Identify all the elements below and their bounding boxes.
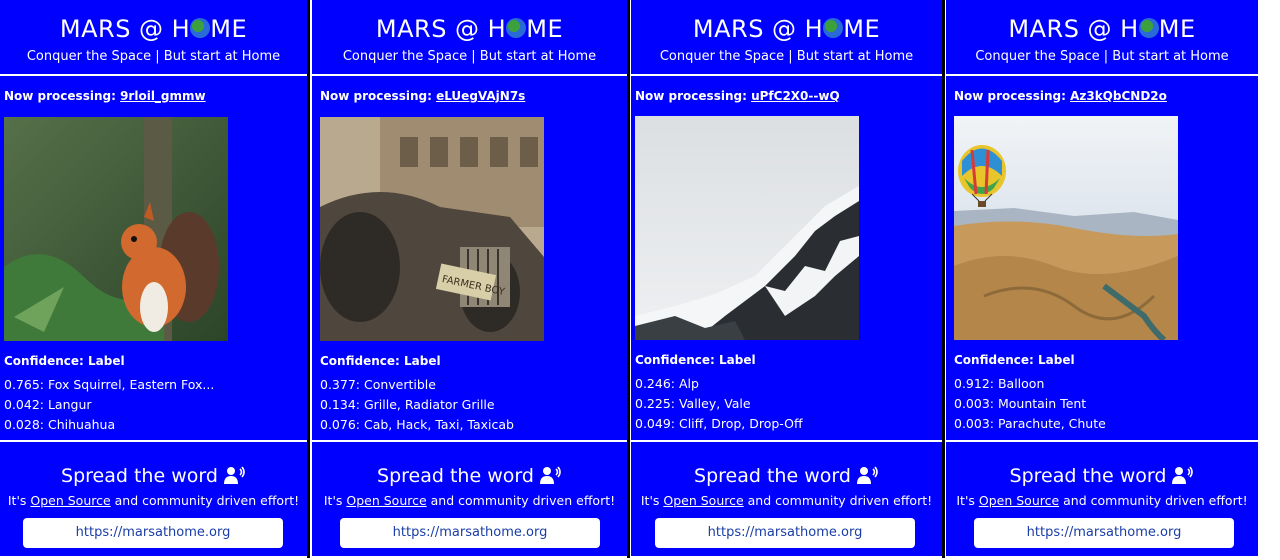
prediction-item: 0.003: Mountain Tent [954,396,1087,411]
speaking-person-icon [223,466,245,484]
spread-word-heading: Spread the word [0,465,307,487]
app-title: MARS @ H ME [692,15,881,43]
panel-2: MARS @ H ME Conquer the Space | But start… [312,0,627,556]
globe-icon [190,18,211,38]
speaking-person-icon [539,466,561,484]
panel-3: MARS @ H ME Conquer the Space | But start… [631,0,942,556]
processing-line: Now processing: uPfC2X0--wQ [635,89,840,103]
prediction-item: 0.134: Grille, Radiator Grille [320,397,495,412]
image-id-link[interactable]: uPfC2X0--wQ [751,89,840,103]
app-subtitle: Conquer the Space | But start at Home [659,49,914,64]
image-id-link[interactable]: 9rloil_gmmw [120,89,206,103]
vintage-car-photo: FARMER BOY [320,117,544,341]
panel-separator [307,0,310,558]
prediction-list: 0.246: Alp 0.225: Valley, Vale 0.049: Cl… [635,374,803,434]
divider [312,440,627,442]
panel-1: MARS @ H ME Conquer the Space | But start… [0,0,307,556]
app-subtitle: Conquer the Space | But start at Home [975,49,1229,64]
open-source-text: It's Open Source and community driven ef… [640,493,933,508]
panel-separator [627,0,630,558]
app-title: MARS @ H ME [1008,15,1196,43]
globe-icon [506,18,527,38]
processing-line: Now processing: 9rloil_gmmw [4,89,206,103]
confidence-header: Confidence: Label [635,353,756,367]
speaking-person-icon [856,466,878,484]
squirrel-photo [4,117,228,341]
confidence-header: Confidence: Label [4,354,125,368]
website-button[interactable]: https://marsathome.org [23,518,283,548]
snowy-mountain-photo [635,116,859,340]
divider [0,440,307,442]
prediction-item: 0.765: Fox Squirrel, Eastern Fox... [4,377,215,392]
app-title: MARS @ H ME [59,15,248,43]
spread-word-heading: Spread the word [631,465,942,487]
app-title: MARS @ H ME [375,15,564,43]
open-source-text: It's Open Source and community driven ef… [956,493,1248,508]
image-id-link[interactable]: Az3kQbCND2o [1070,89,1167,103]
prediction-list: 0.765: Fox Squirrel, Eastern Fox... 0.04… [4,375,214,435]
prediction-item: 0.912: Balloon [954,376,1045,391]
prediction-item: 0.225: Valley, Vale [635,396,751,411]
divider [312,74,627,76]
panel-4: MARS @ H ME Conquer the Space | But start… [946,0,1258,556]
app-subtitle: Conquer the Space | But start at Home [26,49,281,64]
panel-separator [942,0,945,558]
divider [631,440,942,442]
prediction-item: 0.246: Alp [635,376,699,391]
prediction-item: 0.076: Cab, Hack, Taxi, Taxicab [320,417,514,432]
processing-line: Now processing: eLUegVAjN7s [320,89,526,103]
globe-icon [1138,18,1159,38]
prediction-item: 0.028: Chihuahua [4,417,116,432]
divider [631,74,942,76]
open-source-text: It's Open Source and community driven ef… [323,493,616,508]
open-source-link[interactable]: Open Source [30,493,110,508]
open-source-text: It's Open Source and community driven ef… [7,493,300,508]
confidence-header: Confidence: Label [954,353,1075,367]
website-button[interactable]: https://marsathome.org [974,518,1234,548]
website-button[interactable]: https://marsathome.org [340,518,600,548]
prediction-list: 0.377: Convertible 0.134: Grille, Radiat… [320,375,514,435]
open-source-link[interactable]: Open Source [346,493,426,508]
divider [946,74,1258,76]
divider [946,440,1258,442]
app-subtitle: Conquer the Space | But start at Home [342,49,597,64]
open-source-link[interactable]: Open Source [979,493,1059,508]
prediction-item: 0.003: Parachute, Chute [954,416,1106,431]
prediction-item: 0.377: Convertible [320,377,436,392]
hot-air-balloon-photo [954,116,1178,340]
prediction-item: 0.042: Langur [4,397,92,412]
prediction-item: 0.049: Cliff, Drop, Drop-Off [635,416,803,431]
prediction-list: 0.912: Balloon 0.003: Mountain Tent 0.00… [954,374,1106,434]
confidence-header: Confidence: Label [320,354,441,368]
image-id-link[interactable]: eLUegVAjN7s [436,89,525,103]
spread-word-heading: Spread the word [946,465,1258,487]
globe-icon [823,18,844,38]
speaking-person-icon [1172,466,1194,484]
divider [0,74,307,76]
spread-word-heading: Spread the word [312,465,627,487]
website-button[interactable]: https://marsathome.org [655,518,915,548]
open-source-link[interactable]: Open Source [663,493,743,508]
processing-line: Now processing: Az3kQbCND2o [954,89,1167,103]
